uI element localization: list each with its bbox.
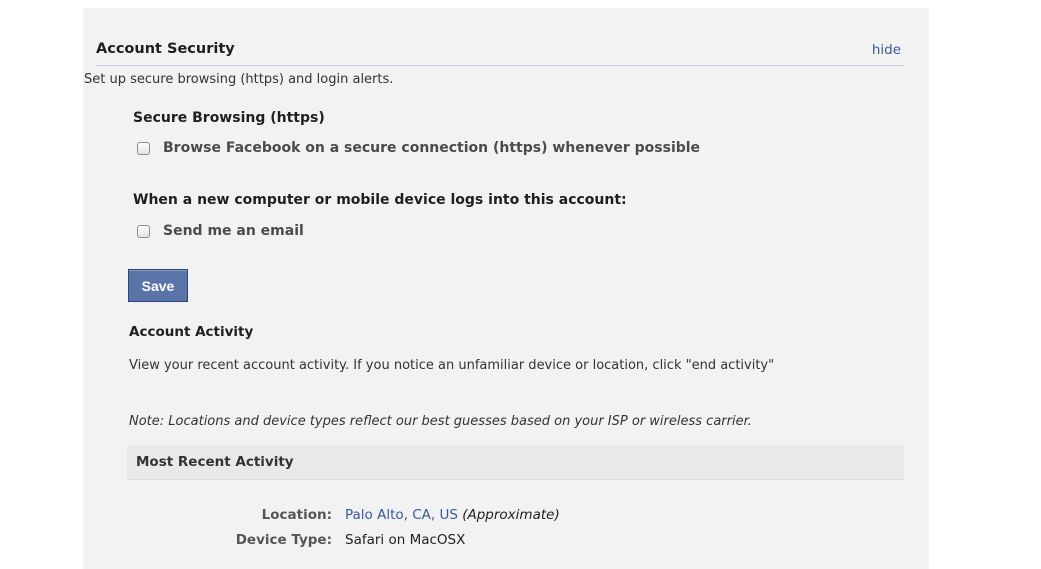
account-activity-description: View your recent account activity. If yo… [129, 358, 775, 373]
account-activity-title: Account Activity [129, 324, 254, 340]
email-alert-checkbox[interactable] [137, 224, 150, 238]
save-button[interactable]: Save [128, 269, 188, 302]
location-link[interactable]: Palo Alto, CA, US [345, 507, 458, 523]
settings-panel [83, 8, 929, 569]
account-security-description: Set up secure browsing (https) and login… [84, 72, 394, 87]
device-type-label: Device Type: [235, 532, 332, 548]
login-alerts-heading: When a new computer or mobile device log… [133, 192, 627, 208]
account-security-header: Account Security hide [96, 40, 904, 66]
device-type-value: Safari on MacOSX [345, 532, 466, 548]
email-alert-option[interactable]: Send me an email [137, 221, 304, 241]
secure-browsing-option[interactable]: Browse Facebook on a secure connection (… [137, 138, 700, 158]
most-recent-activity-bar: Most Recent Activity [127, 445, 904, 480]
secure-browsing-heading: Secure Browsing (https) [133, 110, 325, 126]
location-value-group: Palo Alto, CA, US (Approximate) [345, 507, 560, 523]
location-row: Location: Palo Alto, CA, US (Approximate… [0, 507, 1041, 527]
account-activity-note: Note: Locations and device types reflect… [129, 414, 752, 429]
secure-browsing-checkbox[interactable] [137, 141, 150, 155]
most-recent-activity-title: Most Recent Activity [136, 454, 294, 470]
account-security-title: Account Security [96, 41, 235, 57]
location-qualifier: (Approximate) [462, 507, 560, 523]
secure-browsing-checkbox-label: Browse Facebook on a secure connection (… [163, 140, 701, 156]
location-label: Location: [261, 507, 332, 523]
device-type-row: Device Type: Safari on MacOSX [0, 532, 1041, 552]
hide-link[interactable]: hide [872, 42, 901, 58]
email-alert-checkbox-label: Send me an email [163, 223, 304, 239]
